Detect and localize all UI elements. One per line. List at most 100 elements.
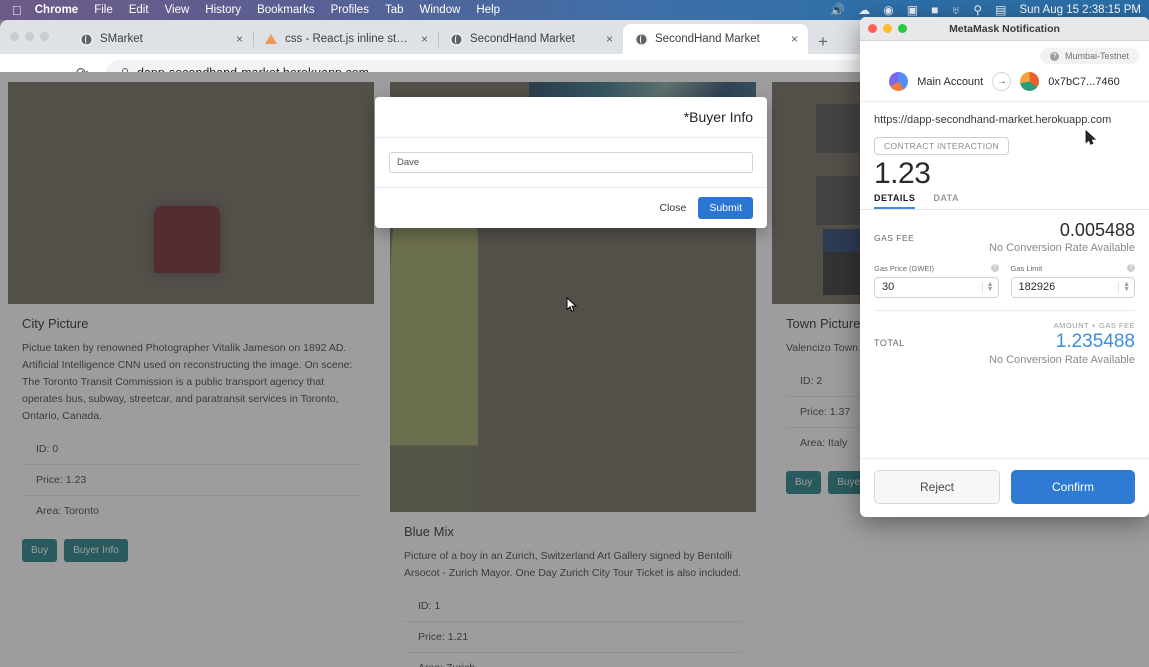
menubar-clock[interactable]: Sun Aug 15 2:38:15 PM bbox=[1020, 4, 1141, 16]
gas-limit-label: Gas Limit bbox=[1010, 263, 1043, 273]
wifi-icon[interactable]: ♅ bbox=[951, 4, 960, 16]
search-icon[interactable]: ⚲ bbox=[973, 4, 982, 16]
recipient-address[interactable]: 0x7bC7...7460 bbox=[1048, 76, 1120, 88]
menu-item-bookmarks[interactable]: Bookmarks bbox=[257, 4, 315, 16]
close-window-button[interactable] bbox=[868, 24, 877, 33]
cloud-icon[interactable]: ☁ bbox=[858, 4, 870, 16]
metamask-actions: Reject Confirm bbox=[860, 458, 1149, 517]
menu-item-history[interactable]: History bbox=[205, 4, 241, 16]
recipient-avatar bbox=[1020, 72, 1040, 91]
metamask-notification-window: MetaMask Notification ? Mumbai-Testnet M… bbox=[860, 17, 1149, 517]
close-button[interactable]: Close bbox=[659, 202, 686, 214]
control-center-icon[interactable]: ▤ bbox=[995, 4, 1006, 16]
gas-limit-stepper[interactable]: ▲ ▼ bbox=[1118, 281, 1130, 293]
transaction-amount: 1.23 bbox=[874, 156, 931, 190]
total-value: 1.235488 bbox=[1055, 330, 1135, 352]
total-conversion: No Conversion Rate Available bbox=[989, 353, 1135, 366]
modal-title: *Buyer Info bbox=[375, 97, 767, 138]
submit-button[interactable]: Submit bbox=[698, 197, 753, 219]
tab-close-icon[interactable]: × bbox=[604, 31, 615, 47]
tab-close-icon[interactable]: × bbox=[789, 31, 800, 47]
maximize-window-button[interactable] bbox=[898, 24, 907, 33]
total-caption: AMOUNT + GAS FEE bbox=[1053, 320, 1135, 330]
tab-secondhand-market-2[interactable]: SecondHand Market × bbox=[623, 24, 808, 54]
minimize-window-button[interactable] bbox=[883, 24, 892, 33]
menu-item-view[interactable]: View bbox=[165, 4, 190, 16]
gas-fee-value: 0.005488 bbox=[1059, 219, 1135, 240]
gas-limit-input[interactable]: 182926 ▲ ▼ bbox=[1010, 276, 1135, 298]
tabs-container: SMarket × css - React.js inline style be… bbox=[68, 24, 828, 54]
total-values: AMOUNT + GAS FEE 1.235488 No Conversion … bbox=[989, 321, 1135, 366]
minimize-window-button[interactable] bbox=[25, 32, 34, 41]
gas-fee-values: 0.005488 No Conversion Rate Available bbox=[989, 220, 1135, 254]
gas-section: GAS FEE 0.005488 No Conversion Rate Avai… bbox=[860, 210, 1149, 298]
info-icon[interactable]: ? bbox=[1127, 264, 1135, 273]
gas-price-label-row: Gas Price (GWEI) ? bbox=[874, 264, 999, 273]
menu-item-profiles[interactable]: Profiles bbox=[331, 4, 369, 16]
tab-title: SecondHand Market bbox=[655, 33, 760, 45]
gas-limit-value: 182926 bbox=[1018, 281, 1056, 294]
help-icon: ? bbox=[1049, 51, 1059, 61]
gas-fee-conversion: No Conversion Rate Available bbox=[989, 241, 1135, 254]
new-tab-button[interactable]: + bbox=[818, 33, 828, 50]
sender-account-name[interactable]: Main Account bbox=[917, 76, 983, 88]
tab-close-icon[interactable]: × bbox=[419, 31, 430, 47]
modal-body bbox=[375, 138, 767, 187]
gas-fee-label: GAS FEE bbox=[874, 232, 915, 243]
globe-icon bbox=[80, 32, 93, 46]
network-name: Mumbai-Testnet bbox=[1064, 51, 1129, 61]
transfer-arrow-icon: → bbox=[992, 72, 1012, 91]
tab-details[interactable]: DETAILS bbox=[874, 193, 915, 209]
metamask-titlebar: MetaMask Notification bbox=[860, 17, 1149, 41]
gas-fee-row: GAS FEE 0.005488 No Conversion Rate Avai… bbox=[874, 220, 1135, 254]
tab-data[interactable]: DATA bbox=[933, 193, 959, 209]
tab-secondhand-market-1[interactable]: SecondHand Market × bbox=[438, 24, 623, 54]
screen-icon[interactable]: ▣ bbox=[907, 4, 918, 16]
menu-item-file[interactable]: File bbox=[94, 4, 113, 16]
tab-smarket[interactable]: SMarket × bbox=[68, 24, 254, 54]
menu-item-tab[interactable]: Tab bbox=[385, 4, 404, 16]
contract-interaction-badge: CONTRACT INTERACTION bbox=[874, 136, 1010, 155]
tab-title: css - React.js inline style best bbox=[285, 33, 412, 45]
info-icon[interactable]: ? bbox=[990, 264, 999, 273]
gas-limit-label-row: Gas Limit ? bbox=[1010, 263, 1135, 273]
battery-icon[interactable]: ■ bbox=[931, 4, 938, 16]
menubar-status-area: 🔊 ☁ ◉ ▣ ■ ♅ ⚲ ▤ Sun Aug 15 2:38:15 PM bbox=[830, 4, 1149, 16]
tab-title: SMarket bbox=[100, 33, 143, 45]
close-window-button[interactable] bbox=[10, 32, 19, 41]
volume-icon[interactable]: 🔊 bbox=[830, 4, 845, 16]
metamask-traffic-lights bbox=[868, 24, 1149, 33]
tab-close-icon[interactable]: × bbox=[234, 31, 245, 47]
account-transfer-row: Main Account → 0x7bC7...7460 bbox=[860, 67, 1149, 102]
origin-url: https://dapp-secondhand-market.herokuapp… bbox=[874, 114, 1112, 126]
gas-price-value: 30 bbox=[882, 281, 895, 294]
network-selector[interactable]: ? Mumbai-Testnet bbox=[1039, 48, 1139, 64]
reject-button[interactable]: Reject bbox=[874, 470, 1000, 504]
screen:  Chrome File Edit View History Bookmark… bbox=[0, 0, 1149, 667]
menu-item-chrome[interactable]: Chrome bbox=[35, 4, 78, 16]
apple-logo-icon[interactable]:  bbox=[12, 4, 22, 17]
modal-footer: Close Submit bbox=[375, 187, 767, 228]
menu-item-edit[interactable]: Edit bbox=[129, 4, 149, 16]
gas-limit-field: Gas Limit ? 182926 ▲ ▼ bbox=[1010, 263, 1135, 298]
gas-fields: Gas Price (GWEI) ? 30 ▲ ▼ Gas Limit ? 182… bbox=[874, 264, 1135, 298]
gas-price-label: Gas Price (GWEI) bbox=[874, 263, 935, 273]
buyer-name-input[interactable] bbox=[389, 152, 753, 173]
window-traffic-lights bbox=[10, 32, 49, 41]
globe-icon bbox=[450, 32, 463, 46]
network-area: ? Mumbai-Testnet bbox=[860, 41, 1149, 67]
gas-price-stepper[interactable]: ▲ ▼ bbox=[981, 281, 994, 293]
menu-item-window[interactable]: Window bbox=[420, 4, 461, 16]
total-row: TOTAL AMOUNT + GAS FEE 1.235488 No Conve… bbox=[874, 309, 1135, 366]
tab-css-react[interactable]: css - React.js inline style best × bbox=[253, 24, 439, 54]
maximize-window-button[interactable] bbox=[40, 32, 49, 41]
gas-price-input[interactable]: 30 ▲ ▼ bbox=[874, 276, 999, 298]
globe-icon bbox=[635, 32, 648, 46]
sender-avatar bbox=[889, 72, 909, 91]
menu-item-help[interactable]: Help bbox=[476, 4, 500, 16]
dropbox-icon[interactable]: ◉ bbox=[883, 4, 893, 16]
tab-title: SecondHand Market bbox=[470, 33, 575, 45]
react-icon bbox=[265, 32, 278, 46]
confirm-button[interactable]: Confirm bbox=[1011, 470, 1135, 504]
total-label: TOTAL bbox=[874, 337, 905, 348]
